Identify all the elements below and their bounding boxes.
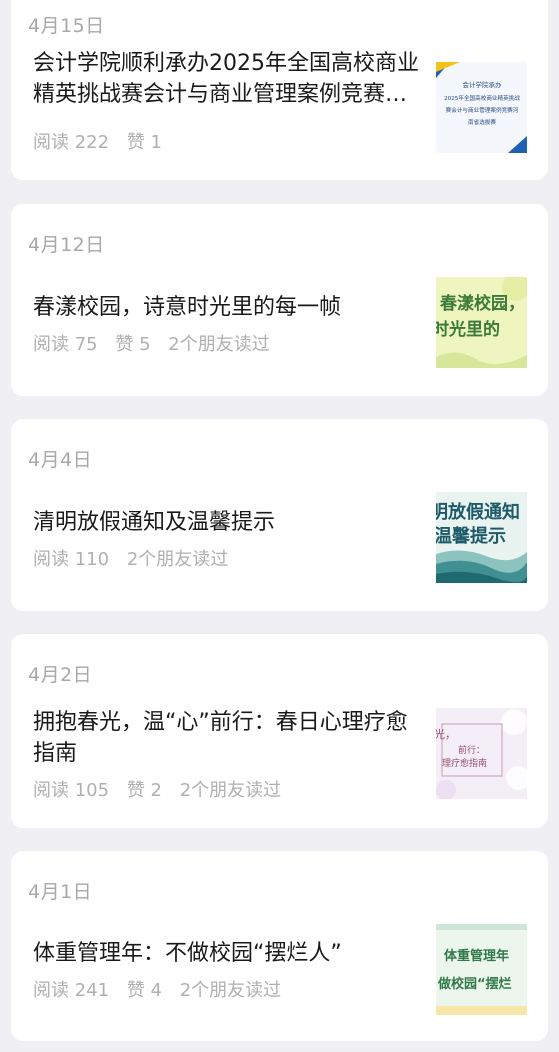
read-count: 阅读 75 (33, 334, 98, 355)
article-stats: 阅读 241 赞 4 2个朋友读过 (33, 976, 293, 1002)
article-stats: 阅读 110 2个朋友读过 (33, 545, 240, 571)
thumbnail-text: 赛会计与商业管理案例竞赛河 (446, 106, 519, 114)
article-title[interactable]: 会计学院顺利承办2025年全国高校商业精英挑战赛会计与商业管理案例竞赛河南省选拔… (33, 48, 421, 110)
read-count: 阅读 110 (33, 549, 110, 570)
thumbnail-text: 时光里的 (436, 319, 500, 340)
thumbnail-graphic: 体重管理年 做校园“摆烂 (436, 924, 527, 1015)
article-title[interactable]: 体重管理年：不做校园“摆烂人” (33, 938, 421, 969)
article-card[interactable]: 4月4日 清明放假通知及温馨提示 阅读 110 2个朋友读过 明放假通知 温馨提… (11, 419, 548, 611)
article-thumbnail[interactable]: 会计学院承办 2025年全国高校商业精英挑战 赛会计与商业管理案例竞赛河 南省选… (436, 62, 527, 153)
article-stats: 阅读 105 赞 2 2个朋友读过 (33, 776, 293, 802)
thumbnail-text: 体重管理年 (444, 948, 509, 964)
thumbnail-graphic: 明放假通知 温馨提示 (436, 492, 527, 583)
article-feed: 4月15日 会计学院顺利承办2025年全国高校商业精英挑战赛会计与商业管理案例竞… (0, 0, 559, 1052)
friends-read: 2个朋友读过 (168, 334, 270, 355)
thumbnail-text: 做校园“摆烂 (437, 976, 512, 992)
friends-read: 2个朋友读过 (179, 780, 282, 801)
like-count: 赞 4 (126, 980, 162, 1001)
article-date: 4月15日 (28, 15, 105, 37)
read-count: 阅读 241 (33, 980, 110, 1001)
article-card[interactable]: 4月12日 春漾校园，诗意时光里的每一帧 阅读 75 赞 5 2个朋友读过 春漾… (11, 204, 548, 396)
thumbnail-graphic: 春漾校园， 时光里的 (436, 277, 527, 368)
thumbnail-text: 南省选拔赛 (468, 118, 496, 126)
article-date: 4月1日 (28, 881, 93, 903)
article-thumbnail[interactable]: 体重管理年 做校园“摆烂 (436, 924, 527, 1015)
like-count: 赞 5 (115, 334, 151, 355)
thumbnail-text: 明放假通知 (436, 501, 520, 523)
article-date: 4月4日 (28, 449, 93, 471)
thumbnail-text: 温馨提示 (436, 525, 506, 547)
article-card[interactable]: 4月15日 会计学院顺利承办2025年全国高校商业精英挑战赛会计与商业管理案例竞… (11, 0, 548, 180)
thumbnail-text: 光， (436, 727, 456, 741)
article-date: 4月2日 (28, 664, 93, 686)
like-count: 赞 1 (126, 132, 162, 153)
article-stats: 阅读 75 赞 5 2个朋友读过 (33, 330, 282, 356)
read-count: 阅读 222 (33, 132, 110, 153)
read-count: 阅读 105 (33, 780, 110, 801)
article-card[interactable]: 4月2日 拥抱春光，温“心”前行：春日心理疗愈指南 阅读 105 赞 2 2个朋… (11, 634, 548, 828)
thumbnail-graphic: 光， 前行： 理疗愈指南 (436, 708, 527, 799)
article-title[interactable]: 清明放假通知及温馨提示 (33, 507, 421, 538)
thumbnail-graphic: 会计学院承办 2025年全国高校商业精英挑战 赛会计与商业管理案例竞赛河 南省选… (436, 62, 527, 153)
like-count: 赞 2 (126, 780, 162, 801)
thumbnail-text: 理疗愈指南 (442, 757, 487, 769)
article-thumbnail[interactable]: 光， 前行： 理疗愈指南 (436, 708, 527, 799)
friends-read: 2个朋友读过 (179, 980, 282, 1001)
thumbnail-text: 2025年全国高校商业精英挑战 (444, 94, 520, 102)
friends-read: 2个朋友读过 (126, 549, 229, 570)
thumbnail-text: 会计学院承办 (463, 80, 503, 89)
thumbnail-text: 前行： (458, 744, 485, 756)
article-date: 4月12日 (28, 234, 105, 256)
thumbnail-text: 春漾校园， (440, 293, 525, 314)
article-title[interactable]: 春漾校园，诗意时光里的每一帧 (33, 292, 421, 323)
article-thumbnail[interactable]: 春漾校园， 时光里的 (436, 277, 527, 368)
article-title[interactable]: 拥抱春光，温“心”前行：春日心理疗愈指南 (33, 707, 421, 769)
article-stats: 阅读 222 赞 1 (33, 128, 174, 154)
article-card[interactable]: 4月1日 体重管理年：不做校园“摆烂人” 阅读 241 赞 4 2个朋友读过 体… (11, 851, 548, 1041)
article-thumbnail[interactable]: 明放假通知 温馨提示 (436, 492, 527, 583)
